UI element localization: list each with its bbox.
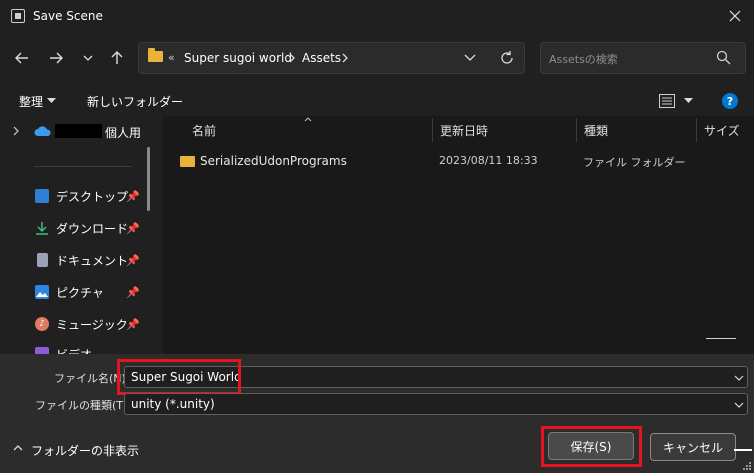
- sidebar-item-videos[interactable]: ビデオ: [0, 342, 150, 354]
- back-button[interactable]: [9, 45, 35, 71]
- sidebar-label: ドキュメント: [56, 253, 129, 268]
- forward-button[interactable]: [43, 45, 69, 71]
- resize-line: [706, 338, 736, 339]
- sidebar-item-downloads[interactable]: ダウンロード 📌: [0, 214, 150, 242]
- filetype-value: unity (*.unity): [131, 397, 215, 411]
- caret-down-icon[interactable]: [684, 98, 693, 104]
- expand-chevron-icon[interactable]: [12, 126, 20, 136]
- sidebar-scrollbar[interactable]: [147, 147, 150, 211]
- sort-ascending-icon: [304, 117, 312, 122]
- file-type: ファイル フォルダー: [583, 156, 686, 169]
- sidebar-item-music[interactable]: ♪ ミュージック 📌: [0, 310, 150, 338]
- arrow-left-icon: [15, 52, 28, 64]
- sidebar-item-pictures[interactable]: ピクチャ 📌: [0, 278, 150, 306]
- arrow-up-icon: [111, 51, 123, 64]
- sidebar-label: ミュージック: [56, 317, 128, 332]
- column-divider[interactable]: [576, 118, 577, 142]
- recent-locations-button[interactable]: [75, 45, 101, 71]
- cancel-button[interactable]: キャンセル: [650, 433, 736, 461]
- title-bar: [0, 0, 754, 32]
- organize-menu[interactable]: 整理: [19, 93, 43, 110]
- chevron-down-icon: [734, 402, 744, 408]
- pin-icon: 📌: [126, 317, 140, 331]
- sidebar-label: デスクトップ: [56, 189, 129, 204]
- chevron-down-icon[interactable]: [734, 375, 744, 381]
- file-date: 2023/08/11 18:33: [439, 154, 538, 167]
- arrow-right-icon: [50, 52, 63, 64]
- column-divider[interactable]: [696, 118, 697, 142]
- pin-icon: 📌: [126, 189, 140, 203]
- desktop-icon: [35, 189, 49, 203]
- pin-icon: 📌: [126, 285, 140, 299]
- sidebar-label: ビデオ: [56, 346, 92, 354]
- chevron-right-icon: [289, 53, 295, 63]
- sidebar-item-desktop[interactable]: デスクトップ 📌: [0, 182, 150, 210]
- refresh-icon[interactable]: [499, 50, 515, 66]
- sidebar-item-documents[interactable]: ドキュメント 📌: [0, 246, 150, 274]
- music-icon: ♪: [35, 317, 49, 331]
- filetype-select[interactable]: unity (*.unity): [124, 393, 748, 415]
- up-button[interactable]: [104, 45, 130, 71]
- highlight-box: [117, 359, 241, 395]
- breadcrumb-assets[interactable]: Assets: [302, 51, 341, 65]
- close-icon: [729, 10, 741, 22]
- download-icon: [36, 222, 48, 235]
- filetype-label: ファイルの種類(T):: [35, 399, 132, 412]
- address-history-dropdown-icon[interactable]: [464, 54, 476, 62]
- breadcrumb-super-sugoi-world[interactable]: Super sugoi world: [184, 51, 292, 65]
- pin-icon: 📌: [126, 253, 140, 267]
- folder-icon: [148, 48, 163, 62]
- sidebar-item-personal[interactable]: 個人用: [105, 124, 141, 141]
- sidebar-label: ダウンロード: [56, 221, 129, 236]
- file-name: SerializedUdonPrograms: [200, 154, 347, 168]
- caret-down-icon[interactable]: [47, 98, 56, 104]
- resize-grip-icon[interactable]: [741, 460, 752, 471]
- highlight-box: [541, 426, 642, 467]
- breadcrumb-overflow[interactable]: «: [168, 51, 175, 64]
- unity-app-icon: [11, 9, 25, 23]
- close-button[interactable]: [718, 1, 752, 31]
- onedrive-cloud-icon: [34, 126, 51, 136]
- column-header-date[interactable]: 更新日時: [440, 122, 488, 139]
- sidebar-label: ピクチャ: [56, 285, 104, 300]
- pin-icon: 📌: [126, 221, 140, 235]
- window-title: Save Scene: [33, 9, 103, 23]
- view-options-icon[interactable]: [659, 94, 675, 108]
- pictures-icon: [35, 285, 49, 299]
- folder-icon: [180, 156, 195, 167]
- search-icon[interactable]: [716, 50, 731, 65]
- search-placeholder[interactable]: Assetsの検索: [549, 51, 618, 67]
- chevron-right-icon[interactable]: [341, 53, 349, 63]
- column-divider[interactable]: [432, 118, 433, 142]
- help-icon[interactable]: ?: [722, 93, 738, 109]
- column-header-size[interactable]: サイズ: [704, 122, 740, 139]
- sidebar-divider: [34, 166, 132, 167]
- hide-folders-toggle[interactable]: フォルダーの非表示: [31, 442, 139, 459]
- chevron-down-icon: [83, 55, 93, 61]
- chevron-up-icon[interactable]: [13, 444, 23, 451]
- video-icon: [35, 347, 49, 354]
- redacted-name: [55, 124, 102, 138]
- column-header-type[interactable]: 種類: [584, 122, 608, 139]
- new-folder-button[interactable]: 新しいフォルダー: [87, 93, 183, 110]
- resize-line: [734, 449, 752, 451]
- column-header-name[interactable]: 名前: [192, 122, 216, 139]
- document-icon: [37, 253, 48, 267]
- table-row[interactable]: SerializedUdonPrograms 2023/08/11 18:33 …: [172, 150, 742, 172]
